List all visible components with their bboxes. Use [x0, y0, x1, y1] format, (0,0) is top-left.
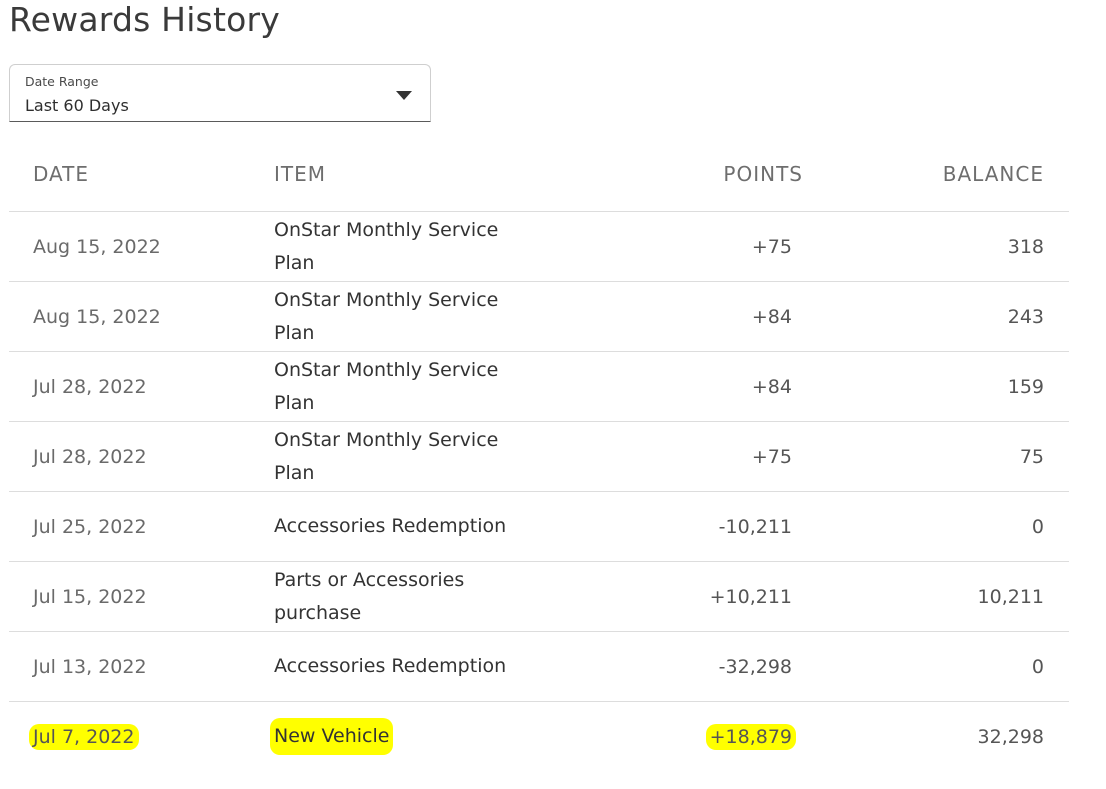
row-points: +18,879 [705, 702, 796, 771]
row-item: New Vehicle [270, 702, 524, 771]
rewards-history-table: DATE ITEM POINTS BALANCE Aug 15, 2022 On… [9, 140, 1069, 771]
row-item: Accessories Redemption [274, 515, 507, 537]
row-date: Jul 13, 2022 [33, 655, 147, 678]
row-date: Aug 15, 2022 [33, 305, 161, 328]
date-range-value: Last 60 Days [25, 96, 129, 115]
row-points: +84 [751, 305, 792, 328]
date-range-select[interactable]: Date Range Last 60 Days [9, 64, 431, 122]
row-points: -10,211 [718, 515, 792, 538]
table-row: Jul 25, 2022 Accessories Redemption -10,… [9, 492, 1069, 562]
highlighted-item: New Vehicle [270, 718, 394, 755]
row-balance: 75 [1019, 445, 1044, 468]
row-balance: 0 [1031, 515, 1044, 538]
row-item: OnStar Monthly Service Plan [274, 428, 499, 484]
row-date: Jul 15, 2022 [33, 585, 147, 608]
row-balance: 159 [1007, 375, 1044, 398]
table-row: Jul 28, 2022 OnStar Monthly Service Plan… [9, 352, 1069, 422]
column-header-balance: BALANCE [942, 162, 1044, 186]
date-range-label: Date Range [25, 74, 99, 89]
column-header-item: ITEM [274, 162, 327, 186]
row-item: OnStar Monthly Service Plan [274, 288, 499, 344]
table-row: Aug 15, 2022 OnStar Monthly Service Plan… [9, 212, 1069, 282]
row-date: Jul 28, 2022 [33, 445, 147, 468]
caret-down-icon[interactable] [396, 91, 412, 100]
row-balance: 318 [1007, 235, 1044, 258]
table-row: Jul 13, 2022 Accessories Redemption -32,… [9, 632, 1069, 702]
table-row: Jul 7, 2022 New Vehicle +18,879 32,298 [9, 702, 1069, 771]
row-points: +84 [751, 375, 792, 398]
row-balance: 0 [1031, 655, 1044, 678]
row-date: Jul 25, 2022 [33, 515, 147, 538]
row-balance: 10,211 [977, 585, 1044, 608]
highlighted-points: +18,879 [705, 723, 796, 750]
row-points: -32,298 [718, 655, 792, 678]
table-row: Jul 28, 2022 OnStar Monthly Service Plan… [9, 422, 1069, 492]
row-item: OnStar Monthly Service Plan [274, 358, 499, 414]
table-header: DATE ITEM POINTS BALANCE [9, 140, 1069, 212]
row-points: +75 [751, 235, 792, 258]
row-points: +10,211 [709, 585, 792, 608]
row-balance: 243 [1007, 305, 1044, 328]
page-title: Rewards History [9, 0, 280, 39]
row-item: Parts or Accessories purchase [274, 568, 465, 624]
row-date: Aug 15, 2022 [33, 235, 161, 258]
row-item: OnStar Monthly Service Plan [274, 218, 499, 274]
row-date: Jul 28, 2022 [33, 375, 147, 398]
highlighted-date: Jul 7, 2022 [29, 723, 139, 750]
column-header-date: DATE [33, 162, 90, 186]
table-row: Aug 15, 2022 OnStar Monthly Service Plan… [9, 282, 1069, 352]
row-balance: 32,298 [977, 725, 1044, 748]
column-header-points: POINTS [723, 162, 803, 186]
row-date: Jul 7, 2022 [29, 702, 139, 771]
row-points: +75 [751, 445, 792, 468]
table-row: Jul 15, 2022 Parts or Accessories purcha… [9, 562, 1069, 632]
row-item: Accessories Redemption [274, 655, 507, 677]
